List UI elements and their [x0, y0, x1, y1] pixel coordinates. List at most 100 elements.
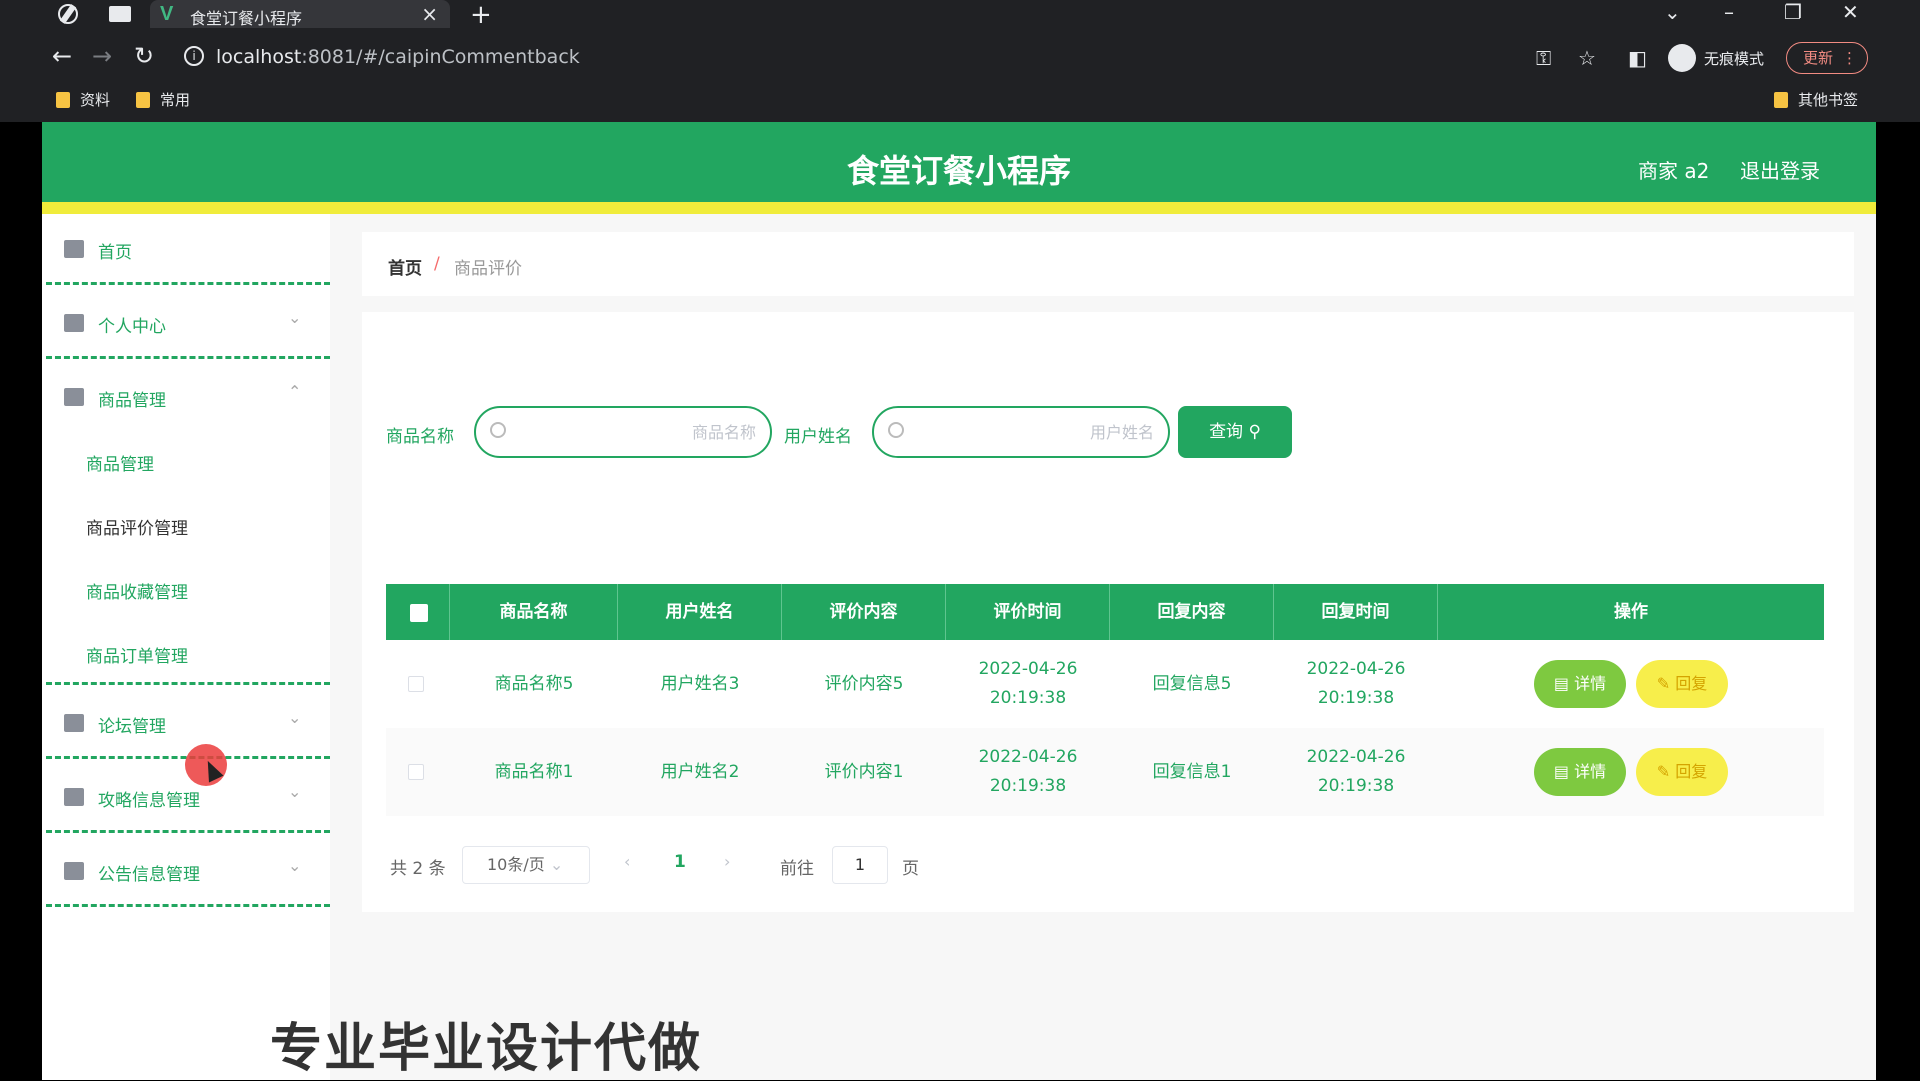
query-button[interactable]: 查询 ⚲ — [1178, 406, 1292, 458]
briefcase-icon — [64, 388, 84, 406]
vue-logo-icon: V — [160, 3, 174, 25]
new-tab-icon[interactable]: + — [470, 0, 492, 30]
update-button[interactable]: 更新 ⋮ — [1786, 42, 1868, 74]
fullscreen-icon — [64, 862, 84, 880]
bookmark-label: 其他书签 — [1798, 91, 1859, 109]
sidebar-item-label: 论坛管理 — [98, 717, 166, 737]
goods-name-input[interactable] — [516, 418, 756, 446]
update-label: 更新 — [1803, 49, 1834, 67]
detail-label: 详情 — [1574, 674, 1607, 693]
goods-name-search[interactable] — [474, 406, 772, 458]
search-icon: ⚲ — [1248, 422, 1261, 442]
row-checkbox[interactable] — [408, 764, 424, 780]
reply-button[interactable]: ✎ 回复 — [1636, 660, 1728, 708]
side-panel-icon[interactable]: ◧ — [1628, 46, 1647, 70]
bookmark-label: 资料 — [80, 91, 111, 109]
search-icon — [888, 422, 904, 438]
bookmark-label: 常用 — [160, 91, 191, 109]
table-header: 商品名称 用户姓名 评价内容 评价时间 回复内容 回复时间 操作 — [386, 584, 1824, 640]
submenu-goods-review[interactable]: 商品评价管理 — [86, 514, 188, 539]
user-icon — [64, 314, 84, 332]
tab-list-icon[interactable]: ⌄ — [1664, 0, 1681, 24]
select-all-checkbox[interactable] — [410, 604, 428, 622]
submenu-goods-order[interactable]: 商品订单管理 — [86, 642, 188, 667]
site-info-icon[interactable]: i — [184, 46, 204, 66]
divider — [46, 282, 330, 285]
back-icon[interactable]: ← — [52, 42, 72, 70]
app-title: 食堂订餐小程序 — [846, 152, 1071, 190]
tab-close-icon[interactable]: × — [421, 2, 438, 26]
address-bar[interactable]: i localhost:8081/#/caipinCommentback ⚿ ☆ — [172, 36, 1772, 80]
sidebar-item-home[interactable]: 首页 — [42, 214, 330, 288]
prev-page-icon[interactable]: ‹ — [624, 852, 630, 871]
user-name-search[interactable] — [872, 406, 1170, 458]
divider — [46, 682, 330, 685]
next-page-icon[interactable]: › — [724, 852, 730, 871]
bookmark-folder-2[interactable]: 常用 — [136, 89, 190, 110]
page-size-select[interactable]: 10条/页 ⌄ — [462, 846, 590, 884]
minimize-icon[interactable]: – — [1724, 0, 1734, 24]
sidebar-item-goods[interactable]: 商品管理 ⌃ — [42, 362, 330, 436]
table-row: 商品名称5 用户姓名3 评价内容5 2022-04-26 20:19:38 回复… — [386, 640, 1824, 728]
more-menu-icon[interactable]: ⋮ — [1842, 43, 1857, 73]
cell-reply: 回复信息5 — [1152, 673, 1232, 694]
cell-time: 2022-04-26 20:19:38 — [978, 747, 1078, 796]
chrome-menu-icon[interactable] — [58, 4, 78, 24]
goods-name-label: 商品名称 — [386, 427, 454, 447]
user-name-label: 用户姓名 — [784, 427, 852, 447]
user-name-input[interactable] — [914, 418, 1154, 446]
key-icon[interactable]: ⚿ — [1536, 46, 1551, 70]
breadcrumb-current: 商品评价 — [454, 259, 522, 279]
col-goods-name: 商品名称 — [450, 584, 618, 640]
breadcrumb-home[interactable]: 首页 — [388, 254, 422, 279]
close-window-icon[interactable]: ✕ — [1842, 0, 1859, 24]
submenu-goods-favorite[interactable]: 商品收藏管理 — [86, 578, 188, 603]
goto-page-input[interactable]: 1 — [832, 846, 888, 884]
incognito-indicator[interactable]: 无痕模式 — [1668, 40, 1764, 76]
page-suffix: 页 — [902, 859, 919, 879]
col-content: 评价内容 — [782, 584, 946, 640]
page-number[interactable]: 1 — [674, 852, 686, 872]
select-all-cell — [386, 584, 450, 640]
bookmark-star-icon[interactable]: ☆ — [1578, 46, 1596, 70]
sidebar-item-label: 首页 — [98, 243, 132, 263]
detail-label: 详情 — [1574, 762, 1607, 781]
browser-chrome: V 食堂订餐小程序 × + ⌄ – ❐ ✕ ← → ↻ i localhost:… — [0, 0, 1920, 122]
document-icon — [64, 788, 84, 806]
forward-icon[interactable]: → — [92, 42, 112, 70]
sidebar-item-forum[interactable]: 论坛管理 ⌄ — [42, 688, 330, 762]
cell-goods-name: 商品名称1 — [494, 761, 574, 782]
bookmark-folder-1[interactable]: 资料 — [56, 89, 110, 110]
breadcrumb: 首页 / 商品评价 — [362, 232, 1854, 296]
restore-icon[interactable]: ❐ — [1784, 0, 1802, 24]
url-text[interactable]: localhost:8081/#/caipinCommentback — [216, 46, 580, 68]
sidebar-item-label: 公告信息管理 — [98, 865, 200, 885]
sidebar-item-notice[interactable]: 公告信息管理 ⌄ — [42, 836, 330, 910]
cell-reply: 回复信息1 — [1152, 761, 1232, 782]
cell-content: 评价内容5 — [824, 673, 904, 694]
goto-label: 前往 — [780, 859, 814, 879]
page-size-value: 10条/页 — [487, 855, 545, 874]
reload-icon[interactable]: ↻ — [134, 42, 154, 70]
col-reply: 回复内容 — [1110, 584, 1274, 640]
home-icon — [64, 240, 84, 258]
tab-title: 食堂订餐小程序 — [190, 9, 303, 28]
browser-tab[interactable]: V 食堂订餐小程序 × — [150, 0, 450, 28]
sidebar-item-personal[interactable]: 个人中心 ⌄ — [42, 288, 330, 362]
tab-search-icon[interactable] — [109, 6, 131, 22]
detail-button[interactable]: ▤ 详情 — [1534, 660, 1626, 708]
row-checkbox[interactable] — [408, 676, 424, 692]
reply-label: 回复 — [1675, 674, 1708, 693]
submenu-goods[interactable]: 商品管理 — [86, 450, 154, 475]
chevron-down-icon: ⌄ — [288, 856, 302, 875]
reply-button[interactable]: ✎ 回复 — [1636, 748, 1728, 796]
detail-button[interactable]: ▤ 详情 — [1534, 748, 1626, 796]
incognito-label: 无痕模式 — [1704, 49, 1765, 68]
divider — [46, 356, 330, 359]
logout-link[interactable]: 退出登录 — [1740, 155, 1820, 184]
other-bookmarks[interactable]: 其他书签 — [1774, 89, 1858, 110]
folder-icon — [56, 91, 70, 108]
chevron-down-icon: ⌄ — [288, 708, 302, 727]
chevron-down-icon: ⌄ — [288, 782, 302, 801]
query-label: 查询 — [1209, 422, 1244, 442]
